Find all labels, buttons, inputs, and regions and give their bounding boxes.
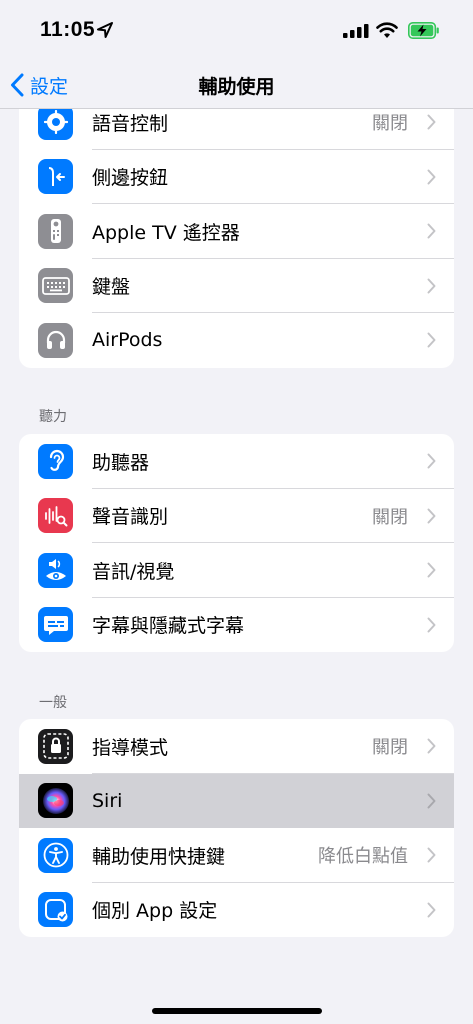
- row-keyboard[interactable]: 鍵盤: [19, 259, 454, 313]
- location-arrow-icon: [97, 22, 113, 38]
- row-side-button[interactable]: 側邊按鈕: [19, 150, 454, 204]
- chevron-right-icon: [427, 738, 436, 754]
- row-accessibility-shortcut[interactable]: 輔助使用快捷鍵 降低白點值: [19, 828, 454, 883]
- hearing-ear-icon: [38, 443, 73, 479]
- row-label: 個別 App 設定: [92, 900, 218, 923]
- status-time: 11:05: [40, 18, 96, 41]
- row-value: 關閉: [372, 506, 408, 528]
- accessibility-icon: [38, 837, 73, 873]
- section-header-general: 一般: [39, 695, 67, 711]
- side-button-icon: [38, 159, 73, 195]
- row-value: 降低白點值: [318, 846, 408, 868]
- row-label: AirPods: [92, 329, 163, 352]
- row-label: 指導模式: [92, 736, 169, 759]
- battery-charging-icon: [408, 22, 439, 39]
- sound-recognition-icon: [38, 498, 73, 534]
- chevron-right-icon: [427, 562, 436, 578]
- chevron-right-icon: [427, 617, 436, 633]
- row-label: 音訊/視覺: [92, 560, 175, 583]
- page-title: 輔助使用: [198, 76, 275, 98]
- status-bar: 11:05: [0, 0, 473, 62]
- chevron-right-icon: [427, 332, 436, 348]
- apple-tv-remote-icon: [38, 213, 73, 249]
- row-hearing-devices[interactable]: 助聽器: [19, 434, 454, 489]
- section-hearing: 助聽器 聲音識別 關閉 音訊/視覺 字幕與隱藏式字幕: [19, 434, 454, 652]
- row-label: 助聽器: [92, 451, 150, 474]
- chevron-right-icon: [427, 508, 436, 524]
- row-label: Apple TV 遙控器: [92, 221, 240, 244]
- chevron-right-icon: [427, 169, 436, 185]
- airpods-icon: [38, 322, 73, 358]
- row-label: 聲音識別: [92, 506, 169, 529]
- row-label: 字幕與隱藏式字幕: [92, 615, 245, 638]
- siri-icon: [38, 783, 73, 819]
- row-label: 語音控制: [92, 112, 169, 135]
- row-subtitles[interactable]: 字幕與隱藏式字幕: [19, 598, 454, 653]
- voice-control-icon: [38, 104, 73, 140]
- chevron-right-icon: [427, 902, 436, 918]
- per-app-settings-icon: [38, 892, 73, 928]
- row-audio-visual[interactable]: 音訊/視覺: [19, 543, 454, 598]
- row-sound-recognition[interactable]: 聲音識別 關閉: [19, 489, 454, 543]
- chevron-right-icon: [427, 453, 436, 469]
- row-value: 關閉: [372, 737, 408, 759]
- section-general: 指導模式 關閉 Siri 輔助使用快捷鍵 降低白點值 個別 App 設定: [19, 719, 454, 937]
- section-physical-motor: 語音控制 關閉 側邊按鈕 Apple TV 遙控器 鍵盤 AirPods: [19, 95, 454, 368]
- row-airpods[interactable]: AirPods: [19, 313, 454, 368]
- row-per-app-settings[interactable]: 個別 App 設定: [19, 883, 454, 938]
- home-indicator[interactable]: [152, 1008, 322, 1014]
- navigation-bar: 設定 輔助使用: [0, 62, 473, 109]
- cellular-signal-icon: [343, 24, 369, 38]
- section-header-hearing: 聽力: [39, 409, 67, 425]
- row-label: 鍵盤: [92, 276, 131, 299]
- row-value: 關閉: [372, 113, 408, 135]
- row-siri[interactable]: Siri: [19, 773, 454, 828]
- subtitles-icon: [38, 607, 73, 643]
- row-label: 側邊按鈕: [92, 167, 169, 190]
- chevron-right-icon: [427, 793, 436, 809]
- row-apple-tv-remote[interactable]: Apple TV 遙控器: [19, 204, 454, 259]
- wifi-icon: [376, 22, 398, 38]
- row-label: 輔助使用快捷鍵: [92, 845, 226, 868]
- chevron-right-icon: [427, 114, 436, 130]
- keyboard-icon: [38, 268, 73, 304]
- row-label: Siri: [92, 789, 123, 812]
- chevron-right-icon: [427, 847, 436, 863]
- audio-visual-icon: [38, 552, 73, 588]
- chevron-right-icon: [427, 278, 436, 294]
- guided-access-icon: [38, 728, 73, 764]
- chevron-right-icon: [427, 223, 436, 239]
- row-guided-access[interactable]: 指導模式 關閉: [19, 719, 454, 774]
